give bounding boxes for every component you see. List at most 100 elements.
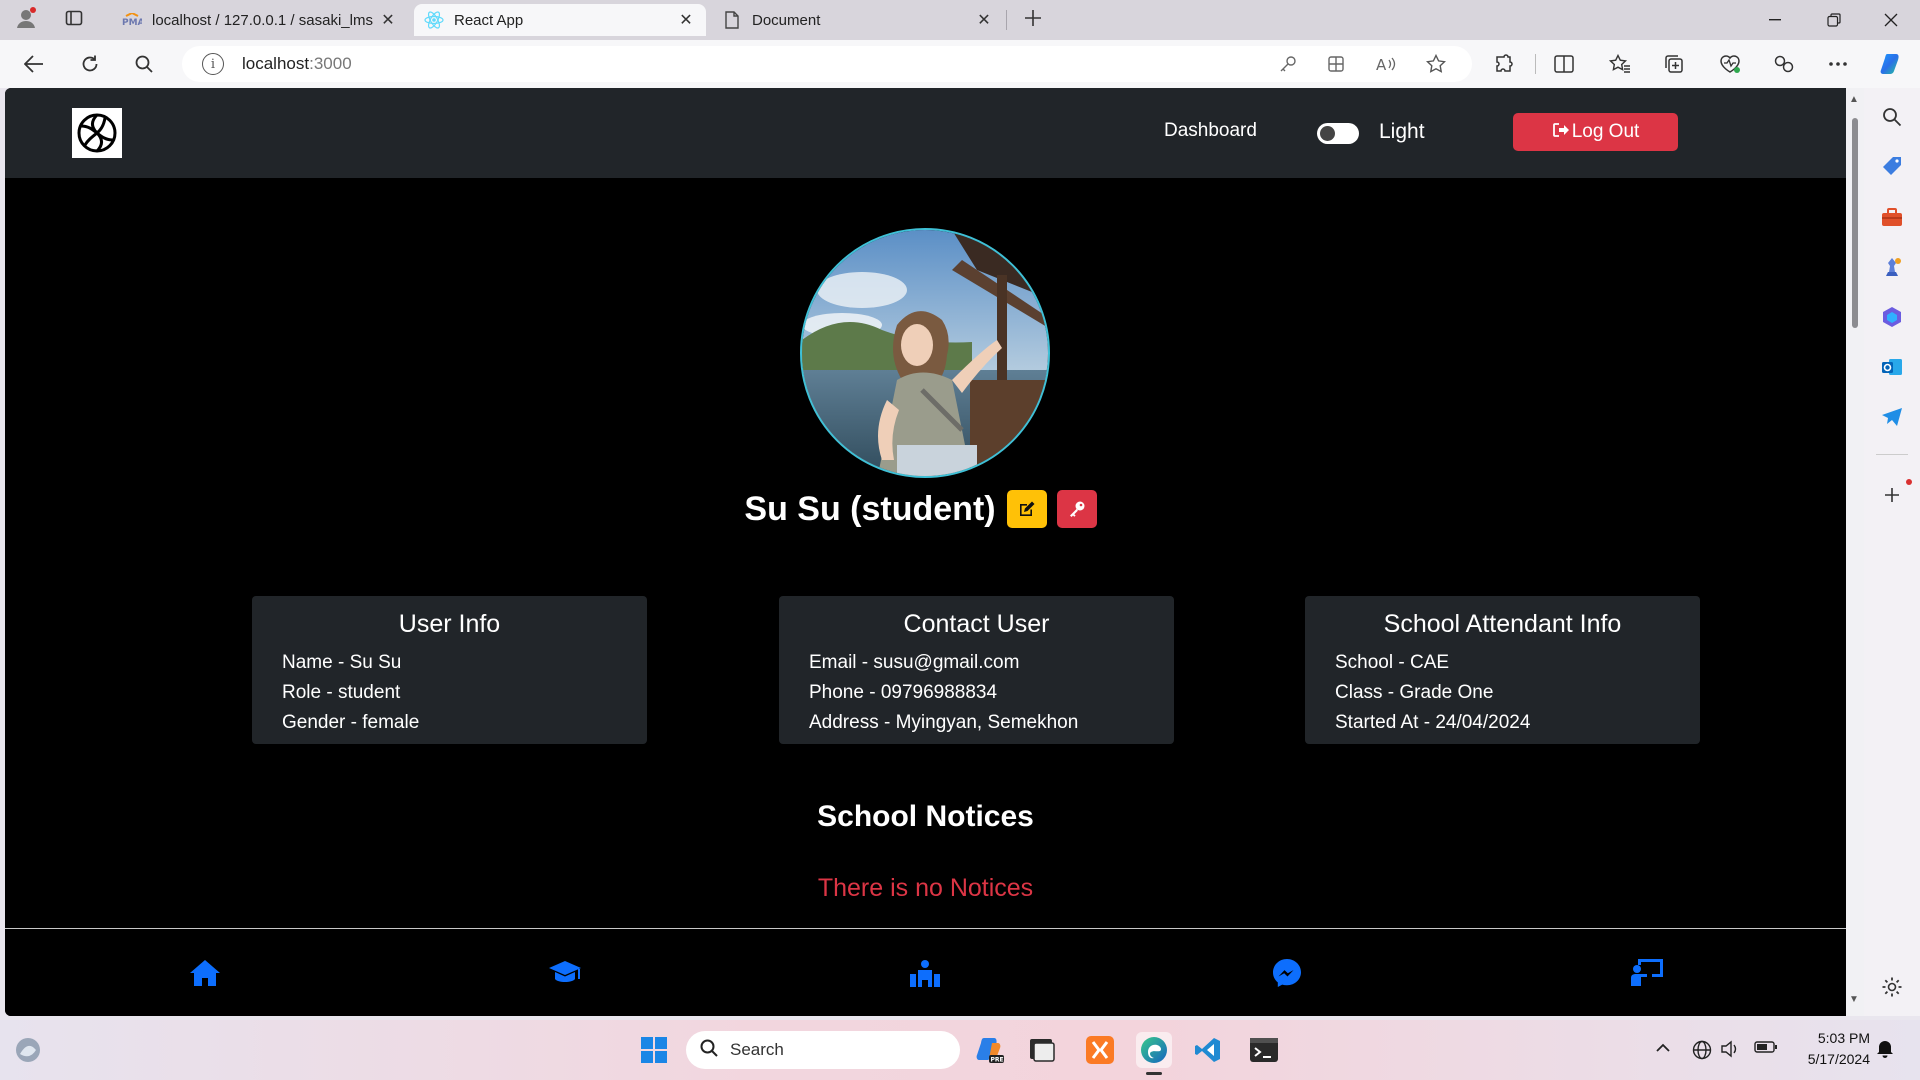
- toggle-knob: [1320, 126, 1335, 141]
- games-chess-icon[interactable]: [1879, 254, 1905, 280]
- notifications-bell-icon[interactable]: [1876, 1038, 1894, 1063]
- nav-dashboard-link[interactable]: Dashboard: [1164, 120, 1257, 142]
- card-item: Address - Myingyan, Semekhon: [809, 712, 1079, 733]
- new-tab-icon[interactable]: [1017, 4, 1049, 32]
- minimize-icon[interactable]: [1752, 6, 1798, 34]
- copilot-preview-icon[interactable]: PRE: [972, 1032, 1008, 1068]
- bottom-nav: [5, 928, 1846, 1016]
- card-item: School - CAE: [1335, 652, 1450, 673]
- card-item: Class - Grade One: [1335, 682, 1494, 703]
- card-item: Started At - 24/04/2024: [1335, 712, 1531, 733]
- scroll-up-arrow-icon[interactable]: ▲: [1849, 94, 1859, 105]
- microsoft-365-icon[interactable]: [1879, 304, 1905, 330]
- profile-avatar: [800, 228, 1050, 478]
- copilot-icon[interactable]: [1878, 52, 1906, 76]
- card-list: Email - susu@gmail.com Phone - 097969888…: [809, 648, 1174, 738]
- logout-label: Log Out: [1571, 121, 1640, 142]
- taskbar-search-label: Search: [730, 1040, 784, 1059]
- card-list: School - CAE Class - Grade One Started A…: [1335, 648, 1700, 738]
- card-item: Gender - female: [282, 712, 420, 733]
- key-icon[interactable]: [1276, 52, 1300, 76]
- browser-toolbar: i localhost:3000 A: [0, 40, 1920, 88]
- theme-toggle-label: Light: [1379, 120, 1425, 143]
- search-icon[interactable]: [128, 50, 160, 78]
- clock-date: 5/17/2024: [1807, 1051, 1870, 1067]
- tab-label: localhost / 127.0.0.1 / sasaki_lms: [152, 11, 373, 29]
- sidebar-divider: [1876, 454, 1908, 455]
- close-tab-icon[interactable]: ✕: [974, 10, 994, 30]
- sidebar-settings-icon[interactable]: [1879, 974, 1905, 1000]
- chalkboard-teacher-icon[interactable]: [1629, 955, 1665, 991]
- read-aloud-icon[interactable]: A: [1374, 52, 1398, 76]
- notices-empty-message: There is no Notices: [817, 874, 1034, 902]
- messenger-icon[interactable]: [1269, 955, 1305, 991]
- xampp-icon[interactable]: [1082, 1032, 1118, 1068]
- change-password-button[interactable]: [1056, 490, 1097, 528]
- file-explorer-icon[interactable]: [1024, 1032, 1060, 1068]
- favorite-star-icon[interactable]: [1424, 52, 1448, 76]
- sign-out-icon: [1552, 122, 1570, 143]
- svg-text:PRE: PRE: [991, 1057, 1004, 1064]
- favorites-icon[interactable]: [1606, 52, 1634, 76]
- tools-toolbox-icon[interactable]: [1879, 204, 1905, 230]
- copilot-hub-icon[interactable]: [1770, 52, 1798, 76]
- tab-actions-icon[interactable]: [58, 4, 90, 32]
- page-viewport: Dashboard Light Log Out Su Su (student) …: [5, 88, 1846, 1016]
- tab-label: React App: [454, 11, 524, 29]
- swirl-logo-icon: [77, 113, 117, 153]
- app-available-icon[interactable]: [1324, 52, 1348, 76]
- scrollbar-thumb[interactable]: [1852, 118, 1858, 328]
- close-tab-icon[interactable]: ✕: [378, 10, 398, 30]
- taskbar-search-box[interactable]: Search: [686, 1031, 960, 1069]
- taskbar-clock[interactable]: 5:03 PM 5/17/2024: [1788, 1028, 1870, 1070]
- graduation-cap-icon[interactable]: [547, 955, 583, 991]
- close-window-icon[interactable]: [1868, 6, 1914, 34]
- site-info-icon[interactable]: i: [202, 53, 224, 75]
- volume-icon[interactable]: [1720, 1040, 1740, 1063]
- sidebar-search-icon[interactable]: [1879, 104, 1905, 130]
- url-host: localhost: [242, 54, 310, 73]
- profile-icon[interactable]: [10, 4, 42, 32]
- close-tab-icon[interactable]: ✕: [676, 10, 696, 30]
- app-logo[interactable]: [72, 108, 122, 158]
- card-item: Email - susu@gmail.com: [809, 652, 1020, 673]
- tab-react-app[interactable]: React App ✕: [414, 4, 706, 36]
- tab-label: Document: [752, 11, 821, 29]
- widgets-icon[interactable]: [10, 1032, 46, 1068]
- url-text[interactable]: localhost:3000: [242, 54, 352, 74]
- add-sidebar-app-icon[interactable]: [1879, 482, 1905, 508]
- show-hidden-icons-chevron-up-icon[interactable]: [1656, 1040, 1670, 1058]
- scroll-down-arrow-icon[interactable]: ▼: [1849, 994, 1859, 1005]
- theme-toggle-switch[interactable]: [1317, 123, 1359, 144]
- back-icon[interactable]: [18, 50, 50, 78]
- tab-phpmyadmin[interactable]: PMA localhost / 127.0.0.1 / sasaki_lms ✕: [112, 4, 408, 36]
- logout-button[interactable]: Log Out: [1513, 113, 1678, 151]
- collections-icon[interactable]: [1660, 52, 1688, 76]
- more-menu-icon[interactable]: [1824, 52, 1852, 76]
- shopping-tag-icon[interactable]: [1879, 154, 1905, 180]
- send-telegram-icon[interactable]: [1879, 404, 1905, 430]
- terminal-icon[interactable]: [1246, 1032, 1282, 1068]
- vscode-icon[interactable]: [1190, 1032, 1226, 1068]
- tab-document[interactable]: Document ✕: [712, 4, 1004, 36]
- edge-browser-icon[interactable]: [1136, 1032, 1172, 1068]
- windows-start-icon[interactable]: [636, 1032, 672, 1068]
- home-icon[interactable]: [187, 955, 223, 991]
- network-globe-icon[interactable]: [1692, 1040, 1712, 1065]
- browser-essentials-icon[interactable]: [1716, 52, 1744, 76]
- document-icon: [722, 10, 742, 30]
- phpmyadmin-icon: PMA: [122, 10, 142, 30]
- school-attendant-info-card: School Attendant Info School - CAE Class…: [1305, 596, 1700, 744]
- page-scrollbar[interactable]: ▲ ▼: [1846, 88, 1864, 1016]
- profile-header: Su Su (student): [5, 483, 1846, 535]
- extensions-icon[interactable]: [1490, 52, 1518, 76]
- refresh-icon[interactable]: [74, 50, 106, 78]
- school-icon[interactable]: [907, 955, 943, 991]
- card-title: School Attendant Info: [1383, 610, 1622, 638]
- split-screen-icon[interactable]: [1550, 52, 1578, 76]
- restore-icon[interactable]: [1811, 6, 1857, 34]
- windows-taskbar: Search PRE 5:03 PM 5/17/2024: [0, 1020, 1920, 1080]
- battery-icon[interactable]: [1754, 1040, 1778, 1059]
- outlook-icon[interactable]: [1879, 354, 1905, 380]
- edit-profile-button[interactable]: [1006, 490, 1047, 528]
